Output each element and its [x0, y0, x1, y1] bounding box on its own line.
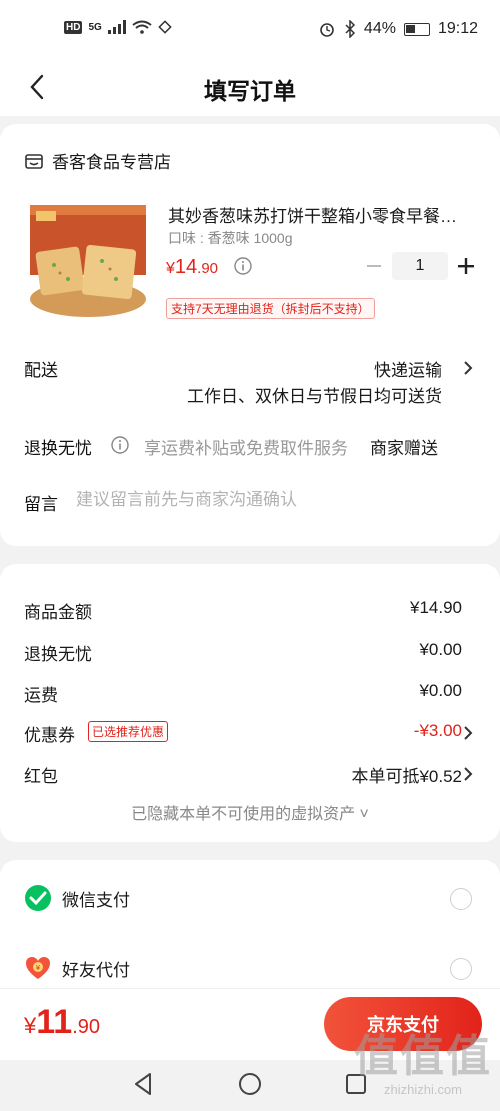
- signal-bars-icon: [107, 20, 126, 34]
- signal-label: 5G: [88, 21, 102, 33]
- shipping-fee-label: 运费: [24, 686, 58, 705]
- wifi-icon: [132, 20, 152, 34]
- delivery-chevron-icon[interactable]: [462, 361, 474, 375]
- price-integer: 14: [174, 256, 198, 278]
- total-price: ¥ 11 .90: [24, 1003, 100, 1042]
- store-name: 香客食品专营店: [52, 153, 171, 172]
- battery-icon: [403, 22, 430, 36]
- order-item-card: 香客食品专营店 其妙香葱味苏打饼干整箱小零食早餐… 口味 : 香葱味 1000g…: [0, 124, 500, 546]
- product-image[interactable]: [24, 199, 152, 327]
- hidden-assets-toggle[interactable]: 已隐藏本单不可使用的虚拟资产 ˅: [0, 800, 500, 824]
- wechat-pay-radio[interactable]: [450, 888, 472, 910]
- delivery-method[interactable]: 快递运输: [374, 356, 442, 381]
- redpacket-label: 红包: [24, 767, 58, 786]
- payment-option-friend[interactable]: ¥ 好友代付: [24, 952, 476, 986]
- page-title: 填写订单: [204, 78, 296, 104]
- worry-free-description: 享运费补贴或免费取件服务: [144, 439, 348, 458]
- site-watermark: 值值值 zhizhizhi.com: [354, 1020, 492, 1097]
- increase-quantity-button[interactable]: [454, 254, 478, 278]
- coupon-label: 优惠券: [24, 726, 75, 745]
- quantity-value[interactable]: 1: [392, 252, 448, 280]
- worry-free-gift: 商家赠送: [370, 439, 438, 458]
- worry-free-fee-label: 退换无忧: [24, 645, 92, 664]
- quantity-stepper: 1: [362, 252, 478, 280]
- alarm-icon: [320, 23, 334, 37]
- plus-icon: [458, 258, 474, 274]
- hd-indicator: HD: [64, 20, 83, 34]
- total-integer: 11: [36, 1003, 73, 1041]
- minus-icon: [367, 265, 381, 267]
- return-policy-tag: 支持7天无理由退货（拆封后不支持）: [166, 298, 375, 319]
- status-right: 44% 19:12: [318, 20, 478, 38]
- payment-option-wechat[interactable]: 微信支付: [24, 882, 476, 916]
- goods-amount-value: ¥14.90: [410, 598, 462, 617]
- store-header[interactable]: 香客食品专营店: [24, 148, 171, 173]
- price-decimal: .90: [197, 260, 219, 277]
- redpacket-chevron-icon[interactable]: [462, 767, 474, 781]
- remark-input[interactable]: [76, 490, 476, 510]
- wechat-pay-label: 微信支付: [62, 891, 130, 910]
- worry-free-info-icon[interactable]: [110, 435, 130, 455]
- store-icon: [25, 153, 43, 169]
- title-bar: 填写订单: [0, 60, 500, 116]
- product-name[interactable]: 其妙香葱味苏打饼干整箱小零食早餐…: [168, 202, 478, 227]
- battery-percent: 44%: [363, 20, 396, 37]
- total-symbol: ¥: [24, 1013, 37, 1038]
- delivery-label: 配送: [24, 361, 58, 380]
- summary-redpacket-row[interactable]: 红包 本单可抵¥0.52: [24, 762, 462, 786]
- product-price: ¥ 14 .90: [166, 256, 218, 279]
- friend-pay-icon: ¥: [26, 957, 50, 979]
- nfc-icon: [158, 20, 172, 34]
- coupon-value: -¥3.00: [413, 721, 462, 740]
- summary-goods-row: 商品金额 ¥14.90: [24, 598, 462, 622]
- status-left: HD 5G: [64, 20, 172, 34]
- friend-pay-label: 好友代付: [62, 961, 130, 980]
- friend-pay-radio[interactable]: [450, 958, 472, 980]
- worry-free-label: 退换无忧: [24, 439, 92, 458]
- total-decimal: .90: [72, 1016, 101, 1038]
- nav-home-icon[interactable]: [236, 1070, 264, 1098]
- wechat-pay-icon: [25, 885, 51, 911]
- battery-fill: [405, 24, 415, 33]
- cracker-box-image: [30, 205, 146, 317]
- worry-free-fee-value: ¥0.00: [419, 640, 462, 659]
- nav-back-icon[interactable]: [130, 1070, 158, 1098]
- watermark-logo: 值值值: [354, 1032, 492, 1081]
- remark-label: 留言: [24, 495, 58, 514]
- clock: 19:12: [437, 20, 478, 37]
- status-bar: HD 5G 44% 19:12: [0, 0, 500, 60]
- summary-worry-row: 退换无忧 ¥0.00: [24, 640, 462, 664]
- redpacket-value: 本单可抵¥0.52: [351, 767, 462, 786]
- summary-shipping-row: 运费 ¥0.00: [24, 681, 462, 705]
- goods-amount-label: 商品金额: [24, 603, 92, 622]
- price-summary-card: 商品金额 ¥14.90 退换无忧 ¥0.00 运费 ¥0.00 优惠券 已选推荐…: [0, 564, 500, 842]
- price-symbol: ¥: [166, 260, 175, 277]
- bluetooth-icon: [345, 20, 355, 38]
- svg-text:¥: ¥: [36, 964, 41, 972]
- price-info-icon[interactable]: [233, 256, 253, 276]
- summary-coupon-row[interactable]: 优惠券 已选推荐优惠 -¥3.00: [24, 721, 462, 745]
- delivery-note: 工作日、双休日与节假日均可送货: [187, 387, 442, 406]
- coupon-tag: 已选推荐优惠: [88, 721, 169, 742]
- coupon-chevron-icon[interactable]: [462, 726, 474, 740]
- product-spec[interactable]: 口味 : 香葱味 1000g: [168, 228, 293, 248]
- shipping-fee-value: ¥0.00: [419, 681, 462, 700]
- watermark-url: zhizhizhi.com: [383, 1082, 463, 1097]
- decrease-quantity-button[interactable]: [362, 254, 386, 278]
